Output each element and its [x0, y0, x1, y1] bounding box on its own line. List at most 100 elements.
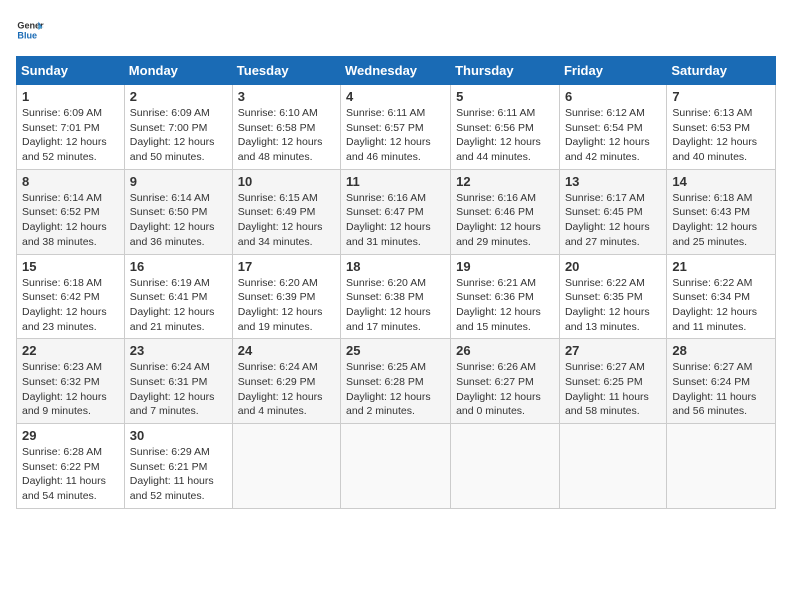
day-detail: Sunrise: 6:18 AMSunset: 6:42 PMDaylight:…	[22, 277, 107, 333]
day-number: 17	[238, 259, 335, 274]
day-detail: Sunrise: 6:25 AMSunset: 6:28 PMDaylight:…	[346, 361, 431, 417]
calendar-cell: 8 Sunrise: 6:14 AMSunset: 6:52 PMDayligh…	[17, 169, 125, 254]
weekday-header-row: SundayMondayTuesdayWednesdayThursdayFrid…	[17, 57, 776, 85]
calendar-cell: 16 Sunrise: 6:19 AMSunset: 6:41 PMDaylig…	[124, 254, 232, 339]
day-number: 13	[565, 174, 661, 189]
week-row-2: 8 Sunrise: 6:14 AMSunset: 6:52 PMDayligh…	[17, 169, 776, 254]
day-number: 29	[22, 428, 119, 443]
calendar-cell: 7 Sunrise: 6:13 AMSunset: 6:53 PMDayligh…	[667, 85, 776, 170]
calendar-cell	[232, 424, 340, 509]
day-number: 22	[22, 343, 119, 358]
calendar-cell: 5 Sunrise: 6:11 AMSunset: 6:56 PMDayligh…	[451, 85, 560, 170]
day-number: 4	[346, 89, 445, 104]
day-detail: Sunrise: 6:17 AMSunset: 6:45 PMDaylight:…	[565, 192, 650, 248]
week-row-5: 29 Sunrise: 6:28 AMSunset: 6:22 PMDaylig…	[17, 424, 776, 509]
calendar-cell: 10 Sunrise: 6:15 AMSunset: 6:49 PMDaylig…	[232, 169, 340, 254]
day-detail: Sunrise: 6:15 AMSunset: 6:49 PMDaylight:…	[238, 192, 323, 248]
logo-icon: General Blue	[16, 16, 44, 44]
calendar-cell: 30 Sunrise: 6:29 AMSunset: 6:21 PMDaylig…	[124, 424, 232, 509]
day-number: 26	[456, 343, 554, 358]
calendar-cell	[451, 424, 560, 509]
calendar-body: 1 Sunrise: 6:09 AMSunset: 7:01 PMDayligh…	[17, 85, 776, 509]
day-number: 28	[672, 343, 770, 358]
day-number: 25	[346, 343, 445, 358]
calendar-cell: 29 Sunrise: 6:28 AMSunset: 6:22 PMDaylig…	[17, 424, 125, 509]
day-detail: Sunrise: 6:11 AMSunset: 6:57 PMDaylight:…	[346, 107, 431, 163]
day-detail: Sunrise: 6:21 AMSunset: 6:36 PMDaylight:…	[456, 277, 541, 333]
calendar-cell: 13 Sunrise: 6:17 AMSunset: 6:45 PMDaylig…	[559, 169, 666, 254]
day-number: 10	[238, 174, 335, 189]
calendar-cell: 17 Sunrise: 6:20 AMSunset: 6:39 PMDaylig…	[232, 254, 340, 339]
weekday-wednesday: Wednesday	[341, 57, 451, 85]
calendar-cell: 12 Sunrise: 6:16 AMSunset: 6:46 PMDaylig…	[451, 169, 560, 254]
day-detail: Sunrise: 6:10 AMSunset: 6:58 PMDaylight:…	[238, 107, 323, 163]
day-detail: Sunrise: 6:16 AMSunset: 6:47 PMDaylight:…	[346, 192, 431, 248]
calendar-cell: 18 Sunrise: 6:20 AMSunset: 6:38 PMDaylig…	[341, 254, 451, 339]
day-number: 2	[130, 89, 227, 104]
weekday-thursday: Thursday	[451, 57, 560, 85]
calendar-cell: 27 Sunrise: 6:27 AMSunset: 6:25 PMDaylig…	[559, 339, 666, 424]
calendar-cell: 4 Sunrise: 6:11 AMSunset: 6:57 PMDayligh…	[341, 85, 451, 170]
day-detail: Sunrise: 6:23 AMSunset: 6:32 PMDaylight:…	[22, 361, 107, 417]
calendar-cell: 19 Sunrise: 6:21 AMSunset: 6:36 PMDaylig…	[451, 254, 560, 339]
day-detail: Sunrise: 6:29 AMSunset: 6:21 PMDaylight:…	[130, 446, 214, 502]
day-number: 23	[130, 343, 227, 358]
weekday-friday: Friday	[559, 57, 666, 85]
day-number: 14	[672, 174, 770, 189]
day-number: 21	[672, 259, 770, 274]
calendar-cell	[559, 424, 666, 509]
day-detail: Sunrise: 6:14 AMSunset: 6:52 PMDaylight:…	[22, 192, 107, 248]
day-number: 24	[238, 343, 335, 358]
day-detail: Sunrise: 6:13 AMSunset: 6:53 PMDaylight:…	[672, 107, 757, 163]
calendar-cell: 24 Sunrise: 6:24 AMSunset: 6:29 PMDaylig…	[232, 339, 340, 424]
calendar-cell: 21 Sunrise: 6:22 AMSunset: 6:34 PMDaylig…	[667, 254, 776, 339]
day-number: 30	[130, 428, 227, 443]
calendar-cell: 20 Sunrise: 6:22 AMSunset: 6:35 PMDaylig…	[559, 254, 666, 339]
svg-text:Blue: Blue	[17, 30, 37, 40]
weekday-monday: Monday	[124, 57, 232, 85]
day-detail: Sunrise: 6:14 AMSunset: 6:50 PMDaylight:…	[130, 192, 215, 248]
week-row-3: 15 Sunrise: 6:18 AMSunset: 6:42 PMDaylig…	[17, 254, 776, 339]
day-number: 7	[672, 89, 770, 104]
calendar-cell: 23 Sunrise: 6:24 AMSunset: 6:31 PMDaylig…	[124, 339, 232, 424]
day-detail: Sunrise: 6:22 AMSunset: 6:35 PMDaylight:…	[565, 277, 650, 333]
day-number: 16	[130, 259, 227, 274]
calendar-cell: 14 Sunrise: 6:18 AMSunset: 6:43 PMDaylig…	[667, 169, 776, 254]
calendar-cell: 9 Sunrise: 6:14 AMSunset: 6:50 PMDayligh…	[124, 169, 232, 254]
day-detail: Sunrise: 6:09 AMSunset: 7:00 PMDaylight:…	[130, 107, 215, 163]
day-detail: Sunrise: 6:18 AMSunset: 6:43 PMDaylight:…	[672, 192, 757, 248]
week-row-1: 1 Sunrise: 6:09 AMSunset: 7:01 PMDayligh…	[17, 85, 776, 170]
day-number: 18	[346, 259, 445, 274]
day-detail: Sunrise: 6:09 AMSunset: 7:01 PMDaylight:…	[22, 107, 107, 163]
day-detail: Sunrise: 6:27 AMSunset: 6:25 PMDaylight:…	[565, 361, 649, 417]
day-number: 1	[22, 89, 119, 104]
day-detail: Sunrise: 6:20 AMSunset: 6:38 PMDaylight:…	[346, 277, 431, 333]
weekday-saturday: Saturday	[667, 57, 776, 85]
day-number: 8	[22, 174, 119, 189]
logo: General Blue	[16, 16, 44, 44]
day-number: 9	[130, 174, 227, 189]
day-number: 15	[22, 259, 119, 274]
day-detail: Sunrise: 6:26 AMSunset: 6:27 PMDaylight:…	[456, 361, 541, 417]
calendar-cell: 6 Sunrise: 6:12 AMSunset: 6:54 PMDayligh…	[559, 85, 666, 170]
day-detail: Sunrise: 6:24 AMSunset: 6:31 PMDaylight:…	[130, 361, 215, 417]
page-header: General Blue	[16, 16, 776, 44]
calendar-cell: 25 Sunrise: 6:25 AMSunset: 6:28 PMDaylig…	[341, 339, 451, 424]
day-number: 3	[238, 89, 335, 104]
day-detail: Sunrise: 6:11 AMSunset: 6:56 PMDaylight:…	[456, 107, 541, 163]
day-number: 20	[565, 259, 661, 274]
calendar-cell: 15 Sunrise: 6:18 AMSunset: 6:42 PMDaylig…	[17, 254, 125, 339]
calendar-cell	[341, 424, 451, 509]
weekday-sunday: Sunday	[17, 57, 125, 85]
calendar-cell: 28 Sunrise: 6:27 AMSunset: 6:24 PMDaylig…	[667, 339, 776, 424]
day-number: 19	[456, 259, 554, 274]
calendar-cell: 3 Sunrise: 6:10 AMSunset: 6:58 PMDayligh…	[232, 85, 340, 170]
day-detail: Sunrise: 6:19 AMSunset: 6:41 PMDaylight:…	[130, 277, 215, 333]
calendar-cell: 1 Sunrise: 6:09 AMSunset: 7:01 PMDayligh…	[17, 85, 125, 170]
calendar-cell: 22 Sunrise: 6:23 AMSunset: 6:32 PMDaylig…	[17, 339, 125, 424]
day-detail: Sunrise: 6:27 AMSunset: 6:24 PMDaylight:…	[672, 361, 756, 417]
weekday-tuesday: Tuesday	[232, 57, 340, 85]
week-row-4: 22 Sunrise: 6:23 AMSunset: 6:32 PMDaylig…	[17, 339, 776, 424]
calendar-cell: 2 Sunrise: 6:09 AMSunset: 7:00 PMDayligh…	[124, 85, 232, 170]
day-detail: Sunrise: 6:24 AMSunset: 6:29 PMDaylight:…	[238, 361, 323, 417]
